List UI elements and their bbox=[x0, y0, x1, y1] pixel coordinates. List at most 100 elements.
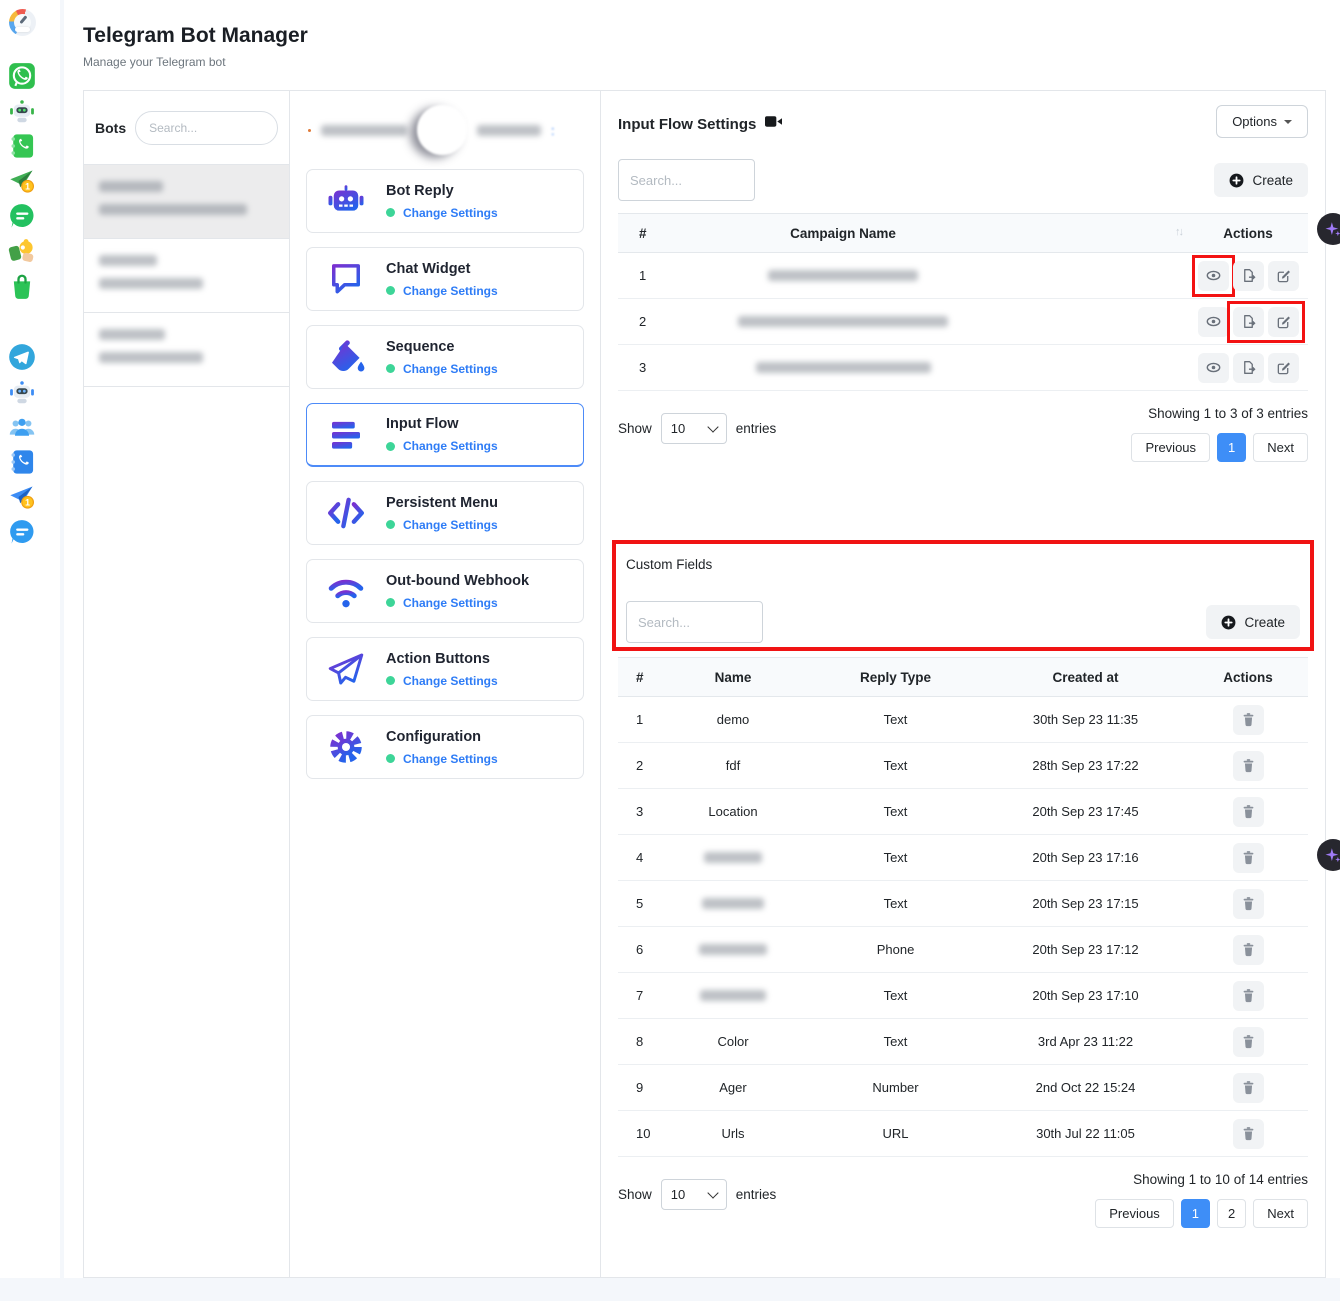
created-at: 20th Sep 23 17:12 bbox=[983, 927, 1188, 972]
export-button[interactable] bbox=[1233, 261, 1264, 291]
colon-text: : bbox=[551, 123, 555, 138]
telegram-icon[interactable] bbox=[8, 343, 36, 371]
previous-page-button[interactable]: Previous bbox=[1131, 433, 1210, 462]
chatbot-blue-icon[interactable] bbox=[8, 378, 36, 406]
view-button[interactable] bbox=[1198, 307, 1229, 337]
settings-card-chat-widget[interactable]: Chat Widget Change Settings bbox=[306, 247, 584, 311]
custom-fields-create-button[interactable]: Create bbox=[1206, 605, 1300, 639]
column-header-created-at[interactable]: Created at bbox=[983, 658, 1188, 696]
page-title: Telegram Bot Manager bbox=[83, 24, 1340, 48]
messenger-green-icon[interactable] bbox=[8, 202, 36, 230]
page-button-1[interactable]: 1 bbox=[1217, 433, 1246, 462]
community-blue-icon[interactable] bbox=[8, 413, 36, 441]
change-settings-link[interactable]: Change Settings bbox=[403, 362, 498, 376]
delete-button[interactable] bbox=[1233, 935, 1264, 965]
settings-card-bot-reply[interactable]: Bot ReplyChange Settings bbox=[306, 169, 584, 233]
delete-button[interactable] bbox=[1233, 797, 1264, 827]
column-header-num[interactable]: # bbox=[618, 658, 658, 696]
actions-cell bbox=[1188, 1019, 1308, 1064]
next-page-button[interactable]: Next bbox=[1253, 1199, 1308, 1228]
edit-button[interactable] bbox=[1268, 261, 1299, 291]
entries-label: entries bbox=[736, 421, 777, 436]
settings-card-configuration[interactable]: ConfigurationChange Settings bbox=[306, 715, 584, 779]
bots-panel-header: Bots bbox=[84, 91, 289, 165]
column-header-campaign-name[interactable]: Campaign Name bbox=[678, 214, 1008, 252]
export-button[interactable] bbox=[1233, 353, 1264, 383]
settings-card-input-flow[interactable]: Input FlowChange Settings bbox=[306, 403, 584, 467]
bot-list-item[interactable] bbox=[84, 313, 289, 387]
row-number: 3 bbox=[618, 789, 658, 834]
reply-type: Text bbox=[808, 973, 983, 1018]
view-button[interactable] bbox=[1198, 261, 1229, 291]
change-settings-link[interactable]: Change Settings bbox=[403, 206, 498, 220]
campaign-name-blurred bbox=[678, 345, 1008, 390]
bot-list-item[interactable] bbox=[84, 239, 289, 313]
row-number: 9 bbox=[618, 1065, 658, 1110]
page-button-2[interactable]: 2 bbox=[1217, 1199, 1246, 1228]
main-panel: Input Flow Settings Options Create # Cam… bbox=[601, 91, 1325, 1277]
created-at: 28th Sep 23 17:22 bbox=[983, 743, 1188, 788]
settings-card-out-bound-webhook[interactable]: Out-bound WebhookChange Settings bbox=[306, 559, 584, 623]
table-row: 8ColorText3rd Apr 23 11:22 bbox=[618, 1019, 1308, 1065]
input-flow-create-button[interactable]: Create bbox=[1214, 163, 1308, 197]
change-settings-link[interactable]: Change Settings bbox=[403, 752, 498, 766]
view-button[interactable] bbox=[1198, 353, 1229, 383]
delete-button[interactable] bbox=[1233, 1073, 1264, 1103]
blurred-bot-username bbox=[99, 278, 203, 289]
bot-list-item[interactable] bbox=[84, 165, 289, 239]
speedometer-icon[interactable] bbox=[8, 8, 36, 36]
delete-button[interactable] bbox=[1233, 981, 1264, 1011]
delete-button[interactable] bbox=[1233, 751, 1264, 781]
options-button[interactable]: Options bbox=[1216, 105, 1308, 138]
delete-button[interactable] bbox=[1233, 1119, 1264, 1149]
integration-green-icon[interactable] bbox=[8, 237, 36, 265]
messenger-blue-icon[interactable] bbox=[8, 518, 36, 546]
settings-card-title: Chat Widget bbox=[386, 261, 498, 277]
change-settings-link[interactable]: Change Settings bbox=[403, 284, 498, 298]
page-length-select[interactable]: 10 bbox=[661, 1179, 727, 1210]
chatbot-green-icon[interactable] bbox=[8, 97, 36, 125]
page-length-select[interactable]: 10 bbox=[661, 413, 727, 444]
column-header-num[interactable]: # bbox=[618, 214, 678, 252]
next-page-button[interactable]: Next bbox=[1253, 433, 1308, 462]
column-header-reply-type[interactable]: Reply Type bbox=[808, 658, 983, 696]
bots-search-input[interactable] bbox=[135, 111, 278, 145]
entries-summary: Showing 1 to 3 of 3 entries bbox=[1148, 406, 1308, 421]
campaign-blue-icon[interactable]: 1 bbox=[8, 483, 36, 511]
row-number: 1 bbox=[618, 253, 678, 298]
change-settings-link[interactable]: Change Settings bbox=[403, 518, 498, 532]
previous-page-button[interactable]: Previous bbox=[1095, 1199, 1174, 1228]
sort-column-spacer[interactable]: ↑↓ bbox=[1008, 214, 1188, 252]
video-camera-icon bbox=[765, 114, 782, 134]
delete-button[interactable] bbox=[1233, 889, 1264, 919]
settings-card-action-buttons[interactable]: Action ButtonsChange Settings bbox=[306, 637, 584, 701]
table-row: 1 bbox=[618, 253, 1308, 299]
row-number: 4 bbox=[618, 835, 658, 880]
campaign-green-icon[interactable]: 1 bbox=[8, 167, 36, 195]
custom-fields-search-input[interactable] bbox=[626, 601, 763, 643]
contacts-green-icon[interactable] bbox=[8, 132, 36, 160]
settings-card-persistent-menu[interactable]: Persistent MenuChange Settings bbox=[306, 481, 584, 545]
edit-button[interactable] bbox=[1268, 307, 1299, 337]
shop-green-icon[interactable] bbox=[8, 272, 36, 300]
delete-button[interactable] bbox=[1233, 705, 1264, 735]
change-settings-link[interactable]: Change Settings bbox=[403, 674, 498, 688]
change-settings-link[interactable]: Change Settings bbox=[403, 596, 498, 610]
custom-fields-table-header: # Name Reply Type Created at Actions bbox=[618, 657, 1308, 697]
blurred-bot-handle bbox=[477, 125, 541, 136]
settings-card-sequence[interactable]: SequenceChange Settings bbox=[306, 325, 584, 389]
field-name-blurred bbox=[658, 973, 808, 1018]
bots-list bbox=[84, 165, 289, 387]
input-flow-search-input[interactable] bbox=[618, 159, 755, 201]
page-button-1[interactable]: 1 bbox=[1181, 1199, 1210, 1228]
chevron-down-icon bbox=[707, 421, 718, 432]
whatsapp-icon[interactable] bbox=[8, 62, 36, 90]
export-button[interactable] bbox=[1233, 307, 1264, 337]
change-settings-link[interactable]: Change Settings bbox=[403, 439, 498, 453]
edit-button[interactable] bbox=[1268, 353, 1299, 383]
column-header-name[interactable]: Name bbox=[658, 658, 808, 696]
delete-button[interactable] bbox=[1233, 1027, 1264, 1057]
contacts-blue-icon[interactable] bbox=[8, 448, 36, 476]
custom-fields-table: # Name Reply Type Created at Actions 1de… bbox=[618, 657, 1308, 1157]
delete-button[interactable] bbox=[1233, 843, 1264, 873]
